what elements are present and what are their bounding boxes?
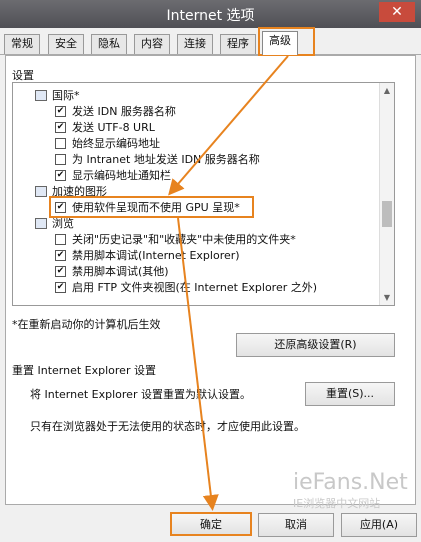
category-icon xyxy=(35,185,47,197)
setting-disable-debug-other[interactable]: ✔ 禁用脚本调试(其他) xyxy=(55,263,169,279)
checkbox[interactable]: ✔ xyxy=(55,169,66,181)
tab-connections[interactable]: 连接 xyxy=(177,34,213,54)
scroll-up-icon[interactable]: ▲ xyxy=(382,86,392,95)
reset-note: 只有在浏览器处于无法使用的状态时，才应使用此设置。 xyxy=(30,420,305,433)
setting-label: 禁用脚本调试(Internet Explorer) xyxy=(72,249,240,262)
setting-label: 发送 IDN 服务器名称 xyxy=(72,105,176,118)
tab-privacy[interactable]: 隐私 xyxy=(91,34,127,54)
checkbox[interactable] xyxy=(55,153,66,165)
checkbox[interactable]: ✔ xyxy=(55,265,66,277)
category-label: 国际* xyxy=(52,89,80,102)
checkbox[interactable]: ✔ xyxy=(55,201,66,213)
title-bar: Internet 选项 ✕ xyxy=(0,0,421,28)
watermark-line2: IE浏览器中文网站 xyxy=(293,497,381,510)
setting-show-encoded[interactable]: 始终显示编码地址 xyxy=(55,135,160,151)
reset-description: 将 Internet Explorer 设置重置为默认设置。 xyxy=(30,388,251,401)
category-label: 浏览 xyxy=(52,217,74,230)
setting-send-idn[interactable]: ✔ 发送 IDN 服务器名称 xyxy=(55,103,176,119)
tab-programs[interactable]: 程序 xyxy=(220,34,256,54)
checkbox[interactable]: ✔ xyxy=(55,105,66,117)
category-icon xyxy=(35,217,47,229)
setting-close-unused-folders[interactable]: 关闭"历史记录"和"收藏夹"中未使用的文件夹* xyxy=(55,231,296,247)
tab-security[interactable]: 安全 xyxy=(48,34,84,54)
checkbox[interactable]: ✔ xyxy=(55,121,66,133)
setting-label: 使用软件呈现而不使用 GPU 呈现* xyxy=(72,201,240,214)
setting-intranet-idn[interactable]: 为 Intranet 地址发送 IDN 服务器名称 xyxy=(55,151,260,167)
setting-label: 始终显示编码地址 xyxy=(72,137,160,150)
setting-label: 为 Intranet 地址发送 IDN 服务器名称 xyxy=(72,153,260,166)
checkbox[interactable] xyxy=(55,233,66,245)
restore-advanced-button[interactable]: 还原高级设置(R) xyxy=(236,333,395,357)
setting-label: 显示编码地址通知栏 xyxy=(72,169,171,182)
reset-heading: 重置 Internet Explorer 设置 xyxy=(12,364,156,377)
ok-button[interactable]: 确定 xyxy=(170,512,252,536)
close-button[interactable]: ✕ xyxy=(379,2,415,22)
restart-note: *在重新启动你的计算机后生效 xyxy=(12,318,161,331)
checkbox[interactable]: ✔ xyxy=(55,281,66,293)
tab-advanced[interactable]: 高级 xyxy=(262,31,298,55)
checkbox[interactable]: ✔ xyxy=(55,249,66,261)
tab-general[interactable]: 常规 xyxy=(4,34,40,54)
setting-ftp-folder-view[interactable]: ✔ 启用 FTP 文件夹视图(在 Internet Explorer 之外) xyxy=(55,279,317,295)
tab-strip: 常规 安全 隐私 内容 连接 程序 高级 xyxy=(0,29,421,55)
apply-button[interactable]: 应用(A) xyxy=(341,513,417,537)
category-browsing: 浏览 xyxy=(35,215,74,231)
window-title: Internet 选项 xyxy=(166,8,255,24)
tab-content[interactable]: 内容 xyxy=(134,34,170,54)
category-label: 加速的图形 xyxy=(52,185,107,198)
category-accelerated-graphics: 加速的图形 xyxy=(35,183,107,199)
watermark: ieFans.Net IE浏览器中文网站 xyxy=(293,470,408,511)
watermark-line1: ieFans.Net xyxy=(293,470,408,495)
reset-button[interactable]: 重置(S)... xyxy=(305,382,395,406)
setting-label: 发送 UTF-8 URL xyxy=(72,121,155,134)
settings-scrollbar[interactable]: ▲ ▼ xyxy=(379,83,394,305)
category-icon xyxy=(35,89,47,101)
category-international: 国际* xyxy=(35,87,80,103)
setting-encoded-notice[interactable]: ✔ 显示编码地址通知栏 xyxy=(55,167,171,183)
checkbox[interactable] xyxy=(55,137,66,149)
setting-send-utf8[interactable]: ✔ 发送 UTF-8 URL xyxy=(55,119,155,135)
settings-list[interactable]: 国际* ✔ 发送 IDN 服务器名称 ✔ 发送 UTF-8 URL 始终显示编码地址… xyxy=(12,82,395,306)
setting-software-rendering[interactable]: ✔ 使用软件呈现而不使用 GPU 呈现* xyxy=(55,199,240,215)
cancel-button[interactable]: 取消 xyxy=(258,513,334,537)
setting-label: 禁用脚本调试(其他) xyxy=(72,265,169,278)
scroll-thumb[interactable] xyxy=(382,201,392,227)
setting-disable-debug-ie[interactable]: ✔ 禁用脚本调试(Internet Explorer) xyxy=(55,247,240,263)
scroll-down-icon[interactable]: ▼ xyxy=(382,293,392,302)
settings-label: 设置 xyxy=(12,69,34,82)
setting-label: 关闭"历史记录"和"收藏夹"中未使用的文件夹* xyxy=(72,233,296,246)
setting-label: 启用 FTP 文件夹视图(在 Internet Explorer 之外) xyxy=(72,281,318,294)
